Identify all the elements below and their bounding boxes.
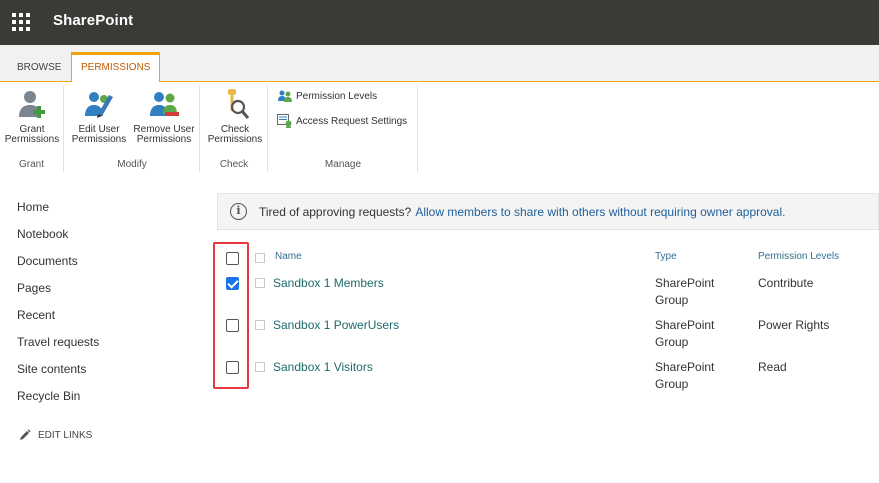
access-request-settings-label: Access Request Settings: [296, 115, 408, 127]
nav-item-site-contents[interactable]: Site contents: [17, 361, 99, 388]
edit-user-permissions-button[interactable]: Edit User Permissions: [69, 87, 129, 145]
edit-links-button[interactable]: EDIT LINKS: [19, 429, 92, 441]
access-request-settings-icon: [277, 114, 292, 128]
info-bar: i Tired of approving requests? Allow mem…: [217, 193, 879, 230]
grant-permissions-button[interactable]: Grant Permissions: [2, 87, 62, 145]
group-type-line-2: Group: [655, 293, 689, 307]
column-header-type[interactable]: Type: [655, 251, 677, 262]
group-type: SharePoint Group: [655, 317, 735, 351]
ribbon-tab-row: BROWSE PERMISSIONS: [0, 45, 879, 83]
group-name-link[interactable]: Sandbox 1 Visitors: [273, 360, 373, 374]
access-request-settings-button[interactable]: Access Request Settings: [277, 114, 407, 128]
nav-item-pages[interactable]: Pages: [17, 280, 99, 307]
row-selector[interactable]: [255, 320, 265, 330]
column-header-permission-levels[interactable]: Permission Levels: [758, 251, 839, 262]
group-type-line-2: Group: [655, 335, 689, 349]
check-permissions-icon: [228, 89, 250, 119]
group-label-check: Check: [219, 159, 249, 170]
grant-permissions-icon: [19, 91, 45, 118]
suite-bar: SharePoint: [0, 0, 879, 45]
nav-item-home[interactable]: Home: [17, 199, 99, 226]
waffle-icon[interactable]: [12, 13, 30, 31]
pencil-icon: [20, 429, 31, 440]
edit-user-permissions-label-2: Permissions: [71, 134, 127, 145]
row-selector[interactable]: [255, 362, 265, 372]
permission-levels-icon: [278, 90, 292, 102]
remove-user-permissions-icon: [150, 92, 179, 116]
group-label-grant: Grant: [18, 159, 44, 170]
permission-levels-label: Permission Levels: [296, 90, 378, 102]
group-name-link[interactable]: Sandbox 1 Members: [273, 276, 384, 290]
ribbon-group-manage: Permission Levels Access Request Setting…: [269, 85, 418, 172]
brand-title[interactable]: SharePoint: [53, 12, 133, 29]
group-name-link[interactable]: Sandbox 1 PowerUsers: [273, 318, 399, 332]
column-header-name[interactable]: Name: [275, 251, 302, 262]
edit-links-label: EDIT LINKS: [38, 429, 93, 441]
grant-permissions-label-2: Permissions: [4, 134, 60, 145]
check-permissions-button[interactable]: Check Permissions: [205, 87, 265, 145]
tab-browse[interactable]: BROWSE: [8, 57, 70, 82]
group-type-line-1: SharePoint: [655, 360, 715, 374]
share-settings-link[interactable]: Allow members to share with others witho…: [415, 205, 785, 219]
permission-level: Contribute: [758, 276, 814, 290]
ribbon-group-check: Check Permissions Check: [201, 85, 268, 172]
nav-item-documents[interactable]: Documents: [17, 253, 99, 280]
group-type: SharePoint Group: [655, 275, 735, 309]
group-type-line-2: Group: [655, 377, 689, 391]
group-type: SharePoint Group: [655, 359, 735, 393]
checkbox-highlight-box: [213, 242, 249, 389]
info-message: Tired of approving requests?: [259, 204, 412, 219]
remove-user-permissions-button[interactable]: Remove User Permissions: [130, 87, 198, 145]
nav-item-recent[interactable]: Recent: [17, 307, 99, 334]
permission-level: Power Rights: [758, 318, 830, 332]
nav-item-recycle-bin[interactable]: Recycle Bin: [17, 388, 99, 415]
ribbon: Grant Permissions Grant Edit User Permis…: [0, 82, 879, 174]
remove-user-permissions-label-2: Permissions: [136, 134, 192, 145]
permission-levels-button[interactable]: Permission Levels: [277, 89, 377, 103]
permission-level: Read: [758, 360, 787, 374]
row-selector[interactable]: [255, 278, 265, 288]
group-type-line-1: SharePoint: [655, 318, 715, 332]
check-permissions-label-2: Permissions: [207, 134, 263, 145]
left-nav: Home Notebook Documents Pages Recent Tra…: [17, 199, 99, 415]
group-label-modify: Modify: [117, 159, 147, 170]
info-icon: i: [230, 203, 247, 220]
edit-user-permissions-icon: [85, 92, 113, 118]
nav-item-travel-requests[interactable]: Travel requests: [17, 334, 99, 361]
group-type-line-1: SharePoint: [655, 276, 715, 290]
nav-item-notebook[interactable]: Notebook: [17, 226, 99, 253]
group-label-manage: Manage: [324, 159, 362, 170]
tab-permissions[interactable]: PERMISSIONS: [71, 52, 161, 83]
header-row-selector[interactable]: [255, 253, 265, 263]
ribbon-group-modify: Edit User Permissions Remove User Permis…: [65, 85, 200, 172]
ribbon-group-grant: Grant Permissions Grant: [0, 85, 64, 172]
